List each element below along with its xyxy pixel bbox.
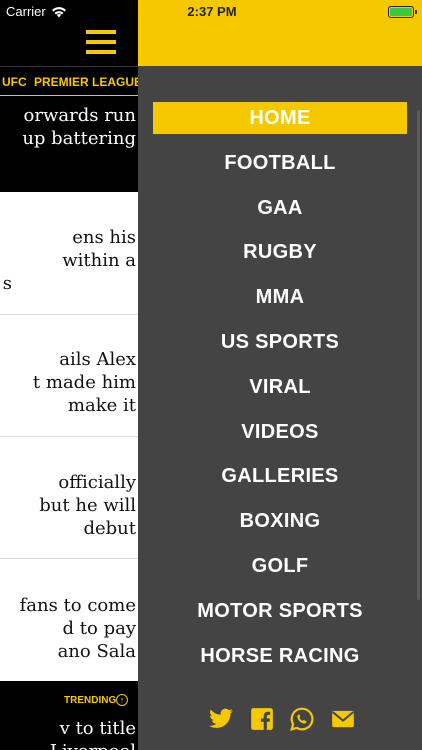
story-card[interactable]: fans to come d to pay ano Sala bbox=[0, 559, 138, 681]
arrow-up-icon: ↑ bbox=[116, 694, 128, 706]
twitter-icon[interactable] bbox=[208, 706, 234, 732]
battery-icon bbox=[388, 6, 417, 18]
side-menu: HOME FOOTBALL GAA RUGBY MMA US SPORTS VI… bbox=[138, 0, 422, 750]
story-card[interactable]: officially but he will debut bbox=[0, 437, 138, 558]
menu-scrollbar[interactable] bbox=[417, 110, 420, 600]
story-headline-line: t made him bbox=[32, 372, 136, 393]
trending-label: TRENDING bbox=[64, 695, 117, 706]
email-icon[interactable] bbox=[330, 706, 356, 732]
menu-toggle-icon[interactable] bbox=[86, 30, 116, 54]
story-card[interactable]: ens his within a s bbox=[0, 192, 138, 314]
story-headline-line: ano Sala bbox=[57, 641, 136, 662]
news-feed-pane: UFC PREMIER LEAGUE orwards run up batter… bbox=[0, 0, 138, 750]
story-card[interactable]: v to title Liverpool bbox=[0, 712, 138, 750]
tab-ufc[interactable]: UFC bbox=[2, 67, 27, 97]
story-headline-line: d to pay bbox=[62, 618, 136, 639]
facebook-icon[interactable] bbox=[249, 706, 275, 732]
menu-item-golf[interactable]: GOLF bbox=[153, 550, 407, 582]
story-headline-line: debut bbox=[83, 518, 136, 539]
story-headline-line: orwards run bbox=[23, 105, 136, 126]
story-headline-line: ens his bbox=[72, 227, 136, 248]
menu-item-galleries[interactable]: GALLERIES bbox=[153, 460, 407, 492]
battery-nub bbox=[415, 10, 417, 14]
story-headline-line: up battering bbox=[22, 128, 136, 149]
social-links bbox=[138, 706, 422, 736]
category-tabs: UFC PREMIER LEAGUE bbox=[0, 66, 138, 97]
story-headline-line: officially bbox=[58, 472, 136, 493]
story-card[interactable]: orwards run up battering bbox=[0, 96, 138, 190]
story-headline-line: s bbox=[2, 273, 12, 294]
menu-item-mma[interactable]: MMA bbox=[153, 281, 407, 313]
story-card[interactable]: ails Alex t made him make it bbox=[0, 315, 138, 436]
story-headline-line: make it bbox=[67, 395, 136, 416]
battery-level bbox=[390, 8, 412, 16]
menu-item-viral[interactable]: VIRAL bbox=[153, 371, 407, 403]
trending-bar[interactable]: TRENDING ↑ bbox=[0, 690, 138, 712]
menu-item-boxing[interactable]: BOXING bbox=[153, 505, 407, 537]
status-time: 2:37 PM bbox=[187, 4, 237, 19]
story-headline-line: within a bbox=[62, 250, 136, 271]
menu-item-rugby[interactable]: RUGBY bbox=[153, 236, 407, 268]
story-headline-line: fans to come bbox=[19, 595, 136, 616]
status-bar: Carrier 2:37 PM bbox=[0, 0, 422, 24]
story-headline-line: ails Alex bbox=[59, 349, 136, 370]
menu-item-gaa[interactable]: GAA bbox=[153, 192, 407, 224]
menu-item-home[interactable]: HOME bbox=[153, 102, 407, 134]
story-headline-line: v to title bbox=[59, 718, 136, 739]
tab-premier-league[interactable]: PREMIER LEAGUE bbox=[34, 67, 138, 97]
menu-item-football[interactable]: FOOTBALL bbox=[153, 147, 407, 179]
menu-item-videos[interactable]: VIDEOS bbox=[153, 416, 407, 448]
menu-item-motor-sports[interactable]: MOTOR SPORTS bbox=[153, 595, 407, 627]
menu-list: HOME FOOTBALL GAA RUGBY MMA US SPORTS VI… bbox=[153, 102, 407, 684]
story-headline-line: Liverpool bbox=[50, 740, 136, 750]
story-headline-line: but he will bbox=[39, 495, 136, 516]
menu-item-horse-racing[interactable]: HORSE RACING bbox=[153, 640, 407, 672]
whatsapp-icon[interactable] bbox=[289, 706, 315, 732]
menu-item-us-sports[interactable]: US SPORTS bbox=[153, 326, 407, 358]
